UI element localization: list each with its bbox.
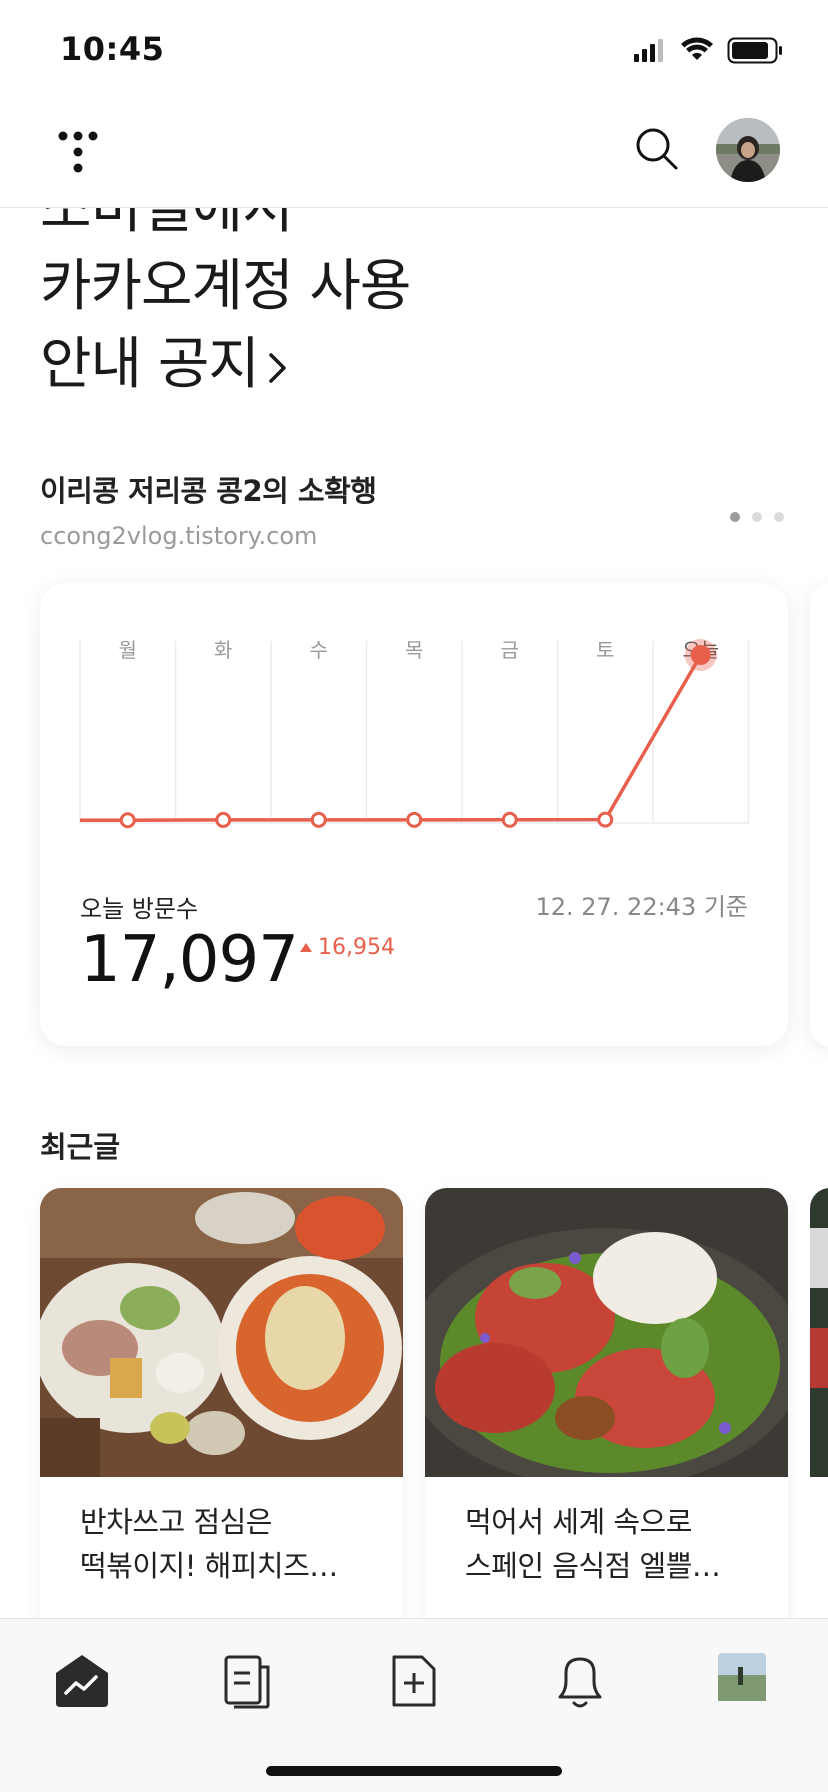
post-thumbnail (40, 1188, 403, 1477)
notice-title-line-3: 안내 공지 (40, 326, 410, 404)
wifi-icon (681, 37, 713, 60)
posts-icon[interactable] (218, 1651, 278, 1711)
home-indicator (266, 1766, 562, 1776)
chart-point (406, 811, 423, 828)
next-stats-card[interactable] (810, 583, 828, 1046)
chart-tick-label: 수 (310, 638, 328, 662)
stats-timestamp: 12. 27. 22:43 기준 (535, 893, 748, 921)
recent-posts-title: 최근글 (40, 1130, 121, 1164)
chart-tick-label: 화 (214, 638, 232, 662)
pager-dot-active (730, 512, 740, 522)
today-visits-label: 오늘 방문수 (80, 895, 199, 923)
visitor-chart: 월화수목금토오늘 (79, 638, 750, 829)
visit-delta-value: 16,954 (318, 935, 395, 960)
search-icon[interactable] (634, 126, 680, 172)
status-icons (634, 37, 782, 64)
today-visit-count: 17,097 (80, 923, 299, 997)
signal-icon (634, 39, 663, 62)
notification-bell-icon[interactable] (550, 1651, 610, 1711)
blog-thumbnail[interactable] (718, 1653, 766, 1701)
post-thumbnail (425, 1188, 788, 1477)
status-bar: 10:45 (0, 0, 828, 100)
tistory-logo-icon[interactable] (58, 130, 104, 178)
chart-point (501, 811, 518, 828)
chart-point (690, 645, 711, 665)
pager-dot (752, 512, 762, 522)
new-post-icon[interactable] (384, 1651, 444, 1711)
blog-name[interactable]: 이리콩 저리콩 콩2의 소확행 (40, 468, 377, 510)
avatar-image (716, 118, 780, 182)
blog-url: ccong2vlog.tistory.com (40, 522, 318, 550)
next-post-card[interactable] (810, 1188, 828, 1477)
recent-post-card[interactable]: 먹어서 세계 속으로 스페인 음식점 엘쁠… (425, 1188, 788, 1628)
post-title: 먹어서 세계 속으로 스페인 음식점 엘쁠… (465, 1505, 721, 1583)
bottom-tab-bar (0, 1618, 828, 1792)
chart-point (215, 811, 232, 828)
status-time: 10:45 (60, 30, 165, 68)
stats-home-icon[interactable] (52, 1651, 112, 1711)
up-arrow-icon (300, 943, 312, 952)
scroll-content: 소비킬에서 카카오계정 사용 안내 공지 이리콩 저리콩 콩2의 소확행 cco… (0, 0, 828, 1792)
recent-post-card[interactable]: 반차쓰고 점심은 떡볶이지! 해피치즈… (40, 1188, 403, 1628)
visitor-stats-card[interactable]: 월화수목금토오늘 오늘 방문수 12. 27. 22:43 기준 17,097 … (40, 583, 788, 1046)
app-header (0, 100, 828, 208)
chart-tick-label: 금 (501, 638, 519, 662)
chart-series-line (80, 654, 703, 822)
chart-tick-label: 토 (596, 638, 614, 662)
chart-tick-label: 목 (405, 638, 423, 662)
pager-dots (730, 512, 786, 524)
post-title: 반차쓰고 점심은 떡볶이지! 해피치즈… (80, 1505, 338, 1583)
battery-icon (727, 37, 782, 64)
chart-point (119, 812, 136, 829)
pager-dot (774, 512, 784, 522)
post-thumbnail (810, 1188, 828, 1477)
chart-tick-label: 월 (119, 638, 137, 662)
chevron-right-icon (269, 353, 286, 383)
profile-avatar[interactable] (716, 118, 780, 182)
visit-delta: 16,954 (300, 935, 395, 960)
chart-point (597, 811, 614, 828)
notice-title-line-2: 카카오계정 사용 (40, 254, 411, 319)
chart-point (310, 811, 327, 828)
